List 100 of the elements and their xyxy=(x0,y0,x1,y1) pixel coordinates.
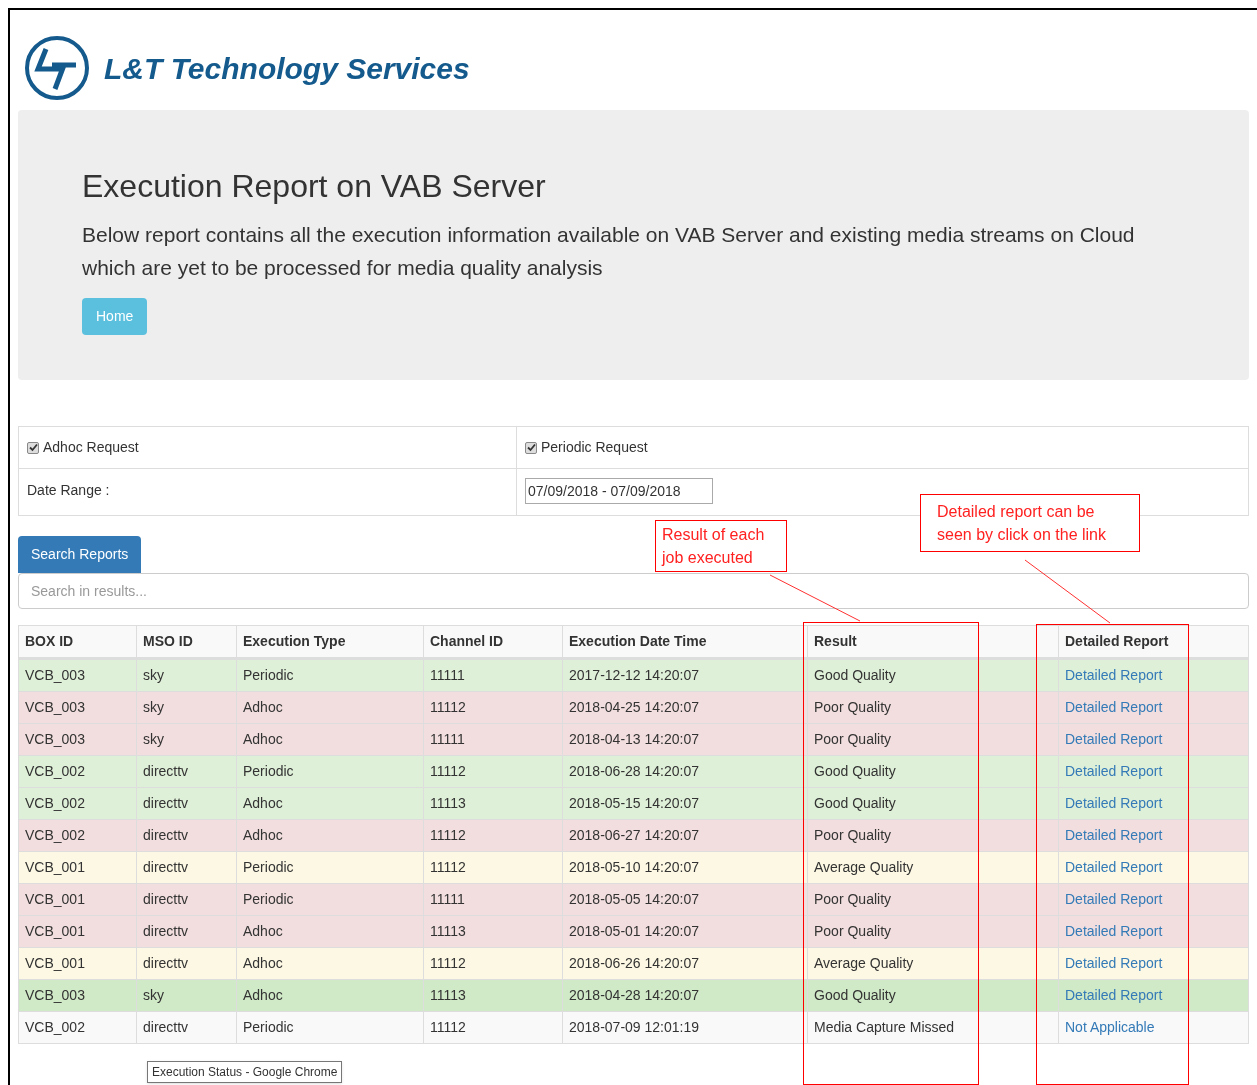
table-cell-text: VCB_001 xyxy=(25,890,85,909)
table-cell-text: Poor Quality xyxy=(814,730,892,749)
column-header: Detailed Report xyxy=(1065,632,1169,651)
table-cell-text: sky xyxy=(143,698,164,717)
table-cell-text: directtv xyxy=(143,954,189,973)
table-cell-text: Average Quality xyxy=(814,858,914,877)
brand-name: L&T Technology Services xyxy=(104,50,470,87)
table-cell-text: VCB_002 xyxy=(25,826,85,845)
detailed-report-link[interactable]: Detailed Report xyxy=(1065,953,1163,974)
table-cell-text: VCB_002 xyxy=(25,794,85,813)
column-header: MSO ID xyxy=(143,632,193,651)
table-cell-text: 2017-12-12 14:20:07 xyxy=(569,666,699,685)
table-cell-text: 11112 xyxy=(430,698,466,717)
table-cell-text: 2018-04-25 14:20:07 xyxy=(569,698,699,717)
table-cell-text: 11111 xyxy=(430,730,465,749)
table-cell-text: 11112 xyxy=(430,826,466,845)
table-cell-text: directtv xyxy=(143,890,189,909)
company-logo-icon xyxy=(24,35,90,101)
callout-note: Detailed report can be seen by click on the link xyxy=(920,494,1140,552)
date-range-field[interactable]: 07/09/2018 - 07/09/2018 xyxy=(525,478,713,504)
detailed-report-link[interactable]: Detailed Report xyxy=(1065,825,1163,846)
table-cell-text: sky xyxy=(143,666,164,685)
table-cell-text: directtv xyxy=(143,922,189,941)
search-field[interactable]: Search in results... xyxy=(18,573,1249,609)
table-cell-text: 2018-05-01 14:20:07 xyxy=(569,922,699,941)
detailed-report-link[interactable]: Detailed Report xyxy=(1065,697,1163,718)
detailed-report-link[interactable]: Detailed Report xyxy=(1065,857,1163,878)
checkbox[interactable] xyxy=(525,441,537,454)
table-cell-text: 2018-05-15 14:20:07 xyxy=(569,794,699,813)
table-cell-text: VCB_003 xyxy=(25,986,85,1005)
table-cell-text: 11113 xyxy=(430,794,466,813)
date-range-label: Date Range : xyxy=(27,482,110,498)
table-cell-text: VCB_003 xyxy=(25,666,85,685)
table-cell-text: sky xyxy=(143,730,164,749)
detailed-report-link[interactable]: Detailed Report xyxy=(1065,889,1163,910)
table-cell-text: VCB_001 xyxy=(25,858,85,877)
table-cell-text: Good Quality xyxy=(814,762,896,781)
table-cell-text: 11111 xyxy=(430,666,465,685)
table-cell-text: VCB_001 xyxy=(25,922,85,941)
table-cell-text: Adhoc xyxy=(243,986,283,1005)
column-header: BOX ID xyxy=(25,632,74,651)
checkbox[interactable] xyxy=(27,441,39,454)
table-cell-text: 2018-06-27 14:20:07 xyxy=(569,826,699,845)
table-cell-text: VCB_001 xyxy=(25,954,85,973)
home-button[interactable]: Home xyxy=(82,298,148,335)
table-cell-text: Periodic xyxy=(243,762,294,781)
table-cell-text: Poor Quality xyxy=(814,890,892,909)
detailed-report-link[interactable]: Detailed Report xyxy=(1065,665,1163,686)
search-reports-button[interactable]: Search Reports xyxy=(18,536,142,573)
table-cell-text: 11112 xyxy=(430,858,466,877)
table-cell-text: VCB_003 xyxy=(25,698,85,717)
table-cell-text: Periodic xyxy=(243,858,294,877)
table-cell-text: Adhoc xyxy=(243,794,283,813)
table-cell-text: 11112 xyxy=(430,954,466,973)
table-cell-text: 11112 xyxy=(430,1018,466,1037)
table-cell-text: Adhoc xyxy=(243,954,283,973)
table-cell-text: Good Quality xyxy=(814,666,896,685)
table-cell-text: directtv xyxy=(143,858,189,877)
table-cell-text: Media Capture Missed xyxy=(814,1018,955,1037)
table-cell-text: 2018-06-26 14:20:07 xyxy=(569,954,699,973)
table-cell-text: Periodic xyxy=(243,890,294,909)
table-cell-text: Periodic xyxy=(243,1018,294,1037)
table-cell-text: 2018-07-09 12:01:19 xyxy=(569,1018,699,1037)
table-cell-text: VCB_002 xyxy=(25,762,85,781)
detailed-report-link[interactable]: Detailed Report xyxy=(1065,761,1163,782)
table-cell-text: Poor Quality xyxy=(814,922,892,941)
table-cell-text: VCB_002 xyxy=(25,1018,85,1037)
tooltip: Execution Status - Google Chrome xyxy=(147,1061,343,1083)
column-header: Channel ID xyxy=(430,632,504,651)
table-cell-text: Poor Quality xyxy=(814,698,892,717)
detailed-report-link[interactable]: Detailed Report xyxy=(1065,985,1163,1006)
detailed-report-link[interactable]: Detailed Report xyxy=(1065,793,1163,814)
table-cell-text: directtv xyxy=(143,762,189,781)
column-header: Result xyxy=(814,632,857,651)
table-cell-text: Poor Quality xyxy=(814,826,892,845)
table-cell-text: 2018-05-05 14:20:07 xyxy=(569,890,699,909)
table-cell-text: Adhoc xyxy=(243,826,283,845)
table-cell-text: Good Quality xyxy=(814,986,896,1005)
table-cell-text: Adhoc xyxy=(243,730,283,749)
table-cell-text: Average Quality xyxy=(814,954,914,973)
column-header: Execution Type xyxy=(243,632,346,651)
checkbox-label: Adhoc Request xyxy=(43,438,139,457)
table-cell-text: 11113 xyxy=(430,986,466,1005)
page-title: Execution Report on VAB Server xyxy=(82,167,546,206)
page-description: Below report contains all the execution information available on VAB Server and existing media streams on Cloud which are yet to be processed for media quality analysis xyxy=(82,222,1136,281)
table-cell-text: directtv xyxy=(143,826,189,845)
table-cell-text: 2018-04-28 14:20:07 xyxy=(569,986,699,1005)
detailed-report-link[interactable]: Detailed Report xyxy=(1065,729,1163,750)
table-cell-text: 11111 xyxy=(430,890,465,909)
table-cell-text: sky xyxy=(143,986,164,1005)
detailed-report-link[interactable]: Not Applicable xyxy=(1065,1017,1155,1038)
table-cell-text: 2018-05-10 14:20:07 xyxy=(569,858,699,877)
table-cell-text: Periodic xyxy=(243,666,294,685)
table-cell-text: 2018-06-28 14:20:07 xyxy=(569,762,699,781)
table-cell-text: 11112 xyxy=(430,762,466,781)
table-cell-text: VCB_003 xyxy=(25,730,85,749)
table-cell-text: Adhoc xyxy=(243,698,283,717)
detailed-report-link[interactable]: Detailed Report xyxy=(1065,921,1163,942)
checkbox-label: Periodic Request xyxy=(541,438,648,457)
table-cell-text: 2018-04-13 14:20:07 xyxy=(569,730,699,749)
